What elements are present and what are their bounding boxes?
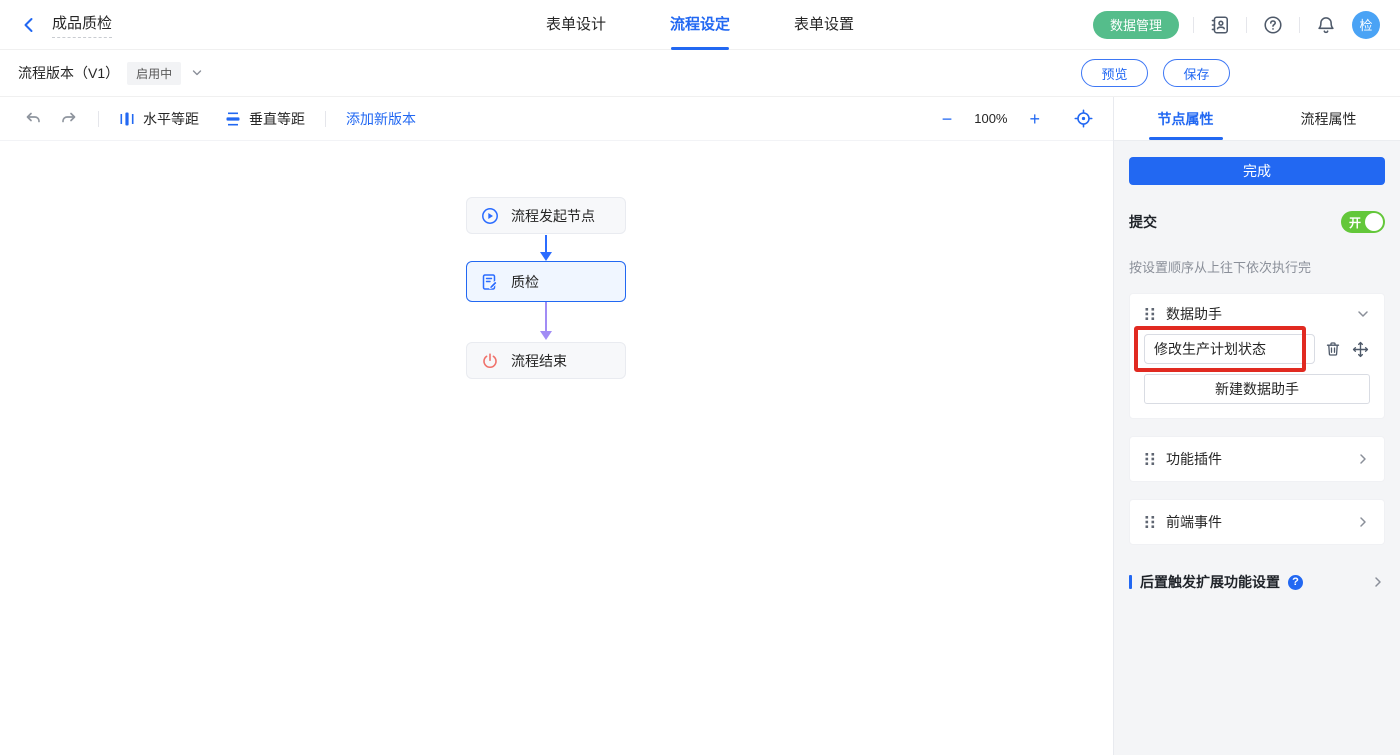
form-edit-icon (481, 273, 499, 291)
data-helper-item-input[interactable]: 修改生产计划状态 (1144, 334, 1315, 364)
distribute-horizontal-icon (119, 111, 135, 127)
panel-tabs: 节点属性 流程属性 (1114, 97, 1400, 141)
function-plugin-header[interactable]: 功能插件 (1130, 437, 1384, 481)
divider (325, 111, 326, 127)
delete-icon[interactable] (1324, 340, 1342, 358)
zoom-in-button[interactable]: + (1029, 110, 1040, 128)
node-label: 流程发起节点 (511, 206, 595, 226)
topbar-left: 成品质检 (0, 12, 112, 38)
version-actions: 预览 保存 (1081, 59, 1230, 87)
submit-toggle[interactable]: 开 (1341, 211, 1385, 233)
move-icon[interactable] (1351, 340, 1369, 358)
tab-form-config[interactable]: 表单设置 (794, 0, 854, 50)
bell-icon[interactable] (1314, 13, 1338, 37)
save-button[interactable]: 保存 (1163, 59, 1230, 87)
tab-node-properties[interactable]: 节点属性 (1114, 97, 1257, 140)
redo-icon[interactable] (60, 110, 78, 128)
card-title: 数据助手 (1166, 304, 1346, 324)
divider (1246, 17, 1247, 33)
edge-qc-to-end (545, 302, 547, 332)
function-plugin-card: 功能插件 (1129, 436, 1385, 482)
submit-row: 提交 开 (1129, 211, 1385, 233)
contacts-book-icon[interactable] (1208, 13, 1232, 37)
panel-body: 完成 提交 开 按设置顺序从上往下依次执行完 数据助手 (1114, 141, 1400, 755)
power-icon (481, 352, 499, 370)
node-label: 质检 (511, 272, 539, 292)
editor-toolbar: 水平等距 垂直等距 添加新版本 − 100% + (0, 97, 1113, 141)
drag-handle-icon (1144, 515, 1156, 529)
drag-handle-icon (1144, 452, 1156, 466)
tab-flow-properties[interactable]: 流程属性 (1257, 97, 1400, 140)
horizontal-equal-spacing-button[interactable]: 水平等距 (119, 109, 199, 129)
data-helper-header[interactable]: 数据助手 (1130, 294, 1384, 334)
node-label: 流程结束 (511, 351, 567, 371)
node-quality-check[interactable]: 质检 (466, 261, 626, 302)
properties-panel: 节点属性 流程属性 完成 提交 开 按设置顺序从上往下依次执行完 (1113, 97, 1400, 755)
flow-editor: 水平等距 垂直等距 添加新版本 − 100% + (0, 97, 1113, 755)
version-bar: 流程版本（V1） 启用中 预览 保存 (0, 50, 1400, 97)
toggle-on-label: 开 (1349, 214, 1361, 231)
question-circle-icon[interactable]: ? (1288, 575, 1303, 590)
main-tabs: 表单设计 流程设定 表单设置 (546, 0, 854, 50)
new-data-helper-button[interactable]: 新建数据助手 (1144, 374, 1370, 404)
avatar[interactable]: 检 (1352, 11, 1380, 39)
edge-arrowhead (540, 331, 552, 340)
distribute-vertical-icon (225, 111, 241, 127)
topbar-right: 数据管理 检 (1093, 11, 1400, 39)
post-trigger-section[interactable]: 后置触发扩展功能设置 ? (1129, 572, 1385, 592)
card-title: 功能插件 (1166, 449, 1346, 469)
data-manage-button[interactable]: 数据管理 (1093, 11, 1179, 39)
chevron-right-icon[interactable] (1371, 575, 1385, 589)
back-icon[interactable] (20, 16, 38, 34)
zoom-level: 100% (974, 111, 1007, 126)
vertical-equal-spacing-button[interactable]: 垂直等距 (225, 109, 305, 129)
execution-order-hint: 按设置顺序从上往下依次执行完 (1129, 257, 1385, 276)
flow-version-label: 流程版本（V1） (18, 63, 119, 83)
zoom-out-button[interactable]: − (942, 110, 953, 128)
section-accent-bar (1129, 575, 1132, 589)
flow-canvas[interactable]: 流程发起节点 质检 (0, 141, 1113, 755)
toggle-knob (1365, 213, 1383, 231)
undo-icon[interactable] (24, 110, 42, 128)
status-badge: 启用中 (127, 62, 181, 85)
data-helper-item-wrap: 修改生产计划状态 (1144, 334, 1315, 364)
chevron-down-icon[interactable] (1356, 307, 1370, 321)
drag-handle-icon (1144, 307, 1156, 321)
edge-start-to-qc (545, 235, 547, 253)
play-circle-icon (481, 207, 499, 225)
card-title: 前端事件 (1166, 512, 1346, 532)
divider (1193, 17, 1194, 33)
add-new-version-link[interactable]: 添加新版本 (346, 109, 416, 129)
locate-center-icon[interactable] (1074, 109, 1093, 128)
tab-flow-settings[interactable]: 流程设定 (670, 0, 730, 50)
divider (98, 111, 99, 127)
frontend-event-card: 前端事件 (1129, 499, 1385, 545)
zoom-controls: − 100% + (942, 109, 1093, 128)
node-flow-end[interactable]: 流程结束 (466, 342, 626, 379)
edge-arrowhead (540, 252, 552, 261)
frontend-event-header[interactable]: 前端事件 (1130, 500, 1384, 544)
chevron-right-icon[interactable] (1356, 452, 1370, 466)
chevron-right-icon[interactable] (1356, 515, 1370, 529)
data-helper-card: 数据助手 修改生产计划状态 (1129, 293, 1385, 419)
submit-label: 提交 (1129, 212, 1157, 232)
topbar: 成品质检 表单设计 流程设定 表单设置 数据管理 (0, 0, 1400, 50)
help-icon[interactable] (1261, 13, 1285, 37)
version-chevron-down-icon[interactable] (191, 67, 203, 79)
tab-form-design[interactable]: 表单设计 (546, 0, 606, 50)
node-flow-start[interactable]: 流程发起节点 (466, 197, 626, 234)
divider (1299, 17, 1300, 33)
page-title[interactable]: 成品质检 (52, 12, 112, 38)
done-button[interactable]: 完成 (1129, 157, 1385, 185)
post-trigger-title: 后置触发扩展功能设置 (1140, 572, 1280, 592)
data-helper-item-row: 修改生产计划状态 (1130, 334, 1384, 364)
preview-button[interactable]: 预览 (1081, 59, 1148, 87)
workspace: 水平等距 垂直等距 添加新版本 − 100% + (0, 97, 1400, 755)
